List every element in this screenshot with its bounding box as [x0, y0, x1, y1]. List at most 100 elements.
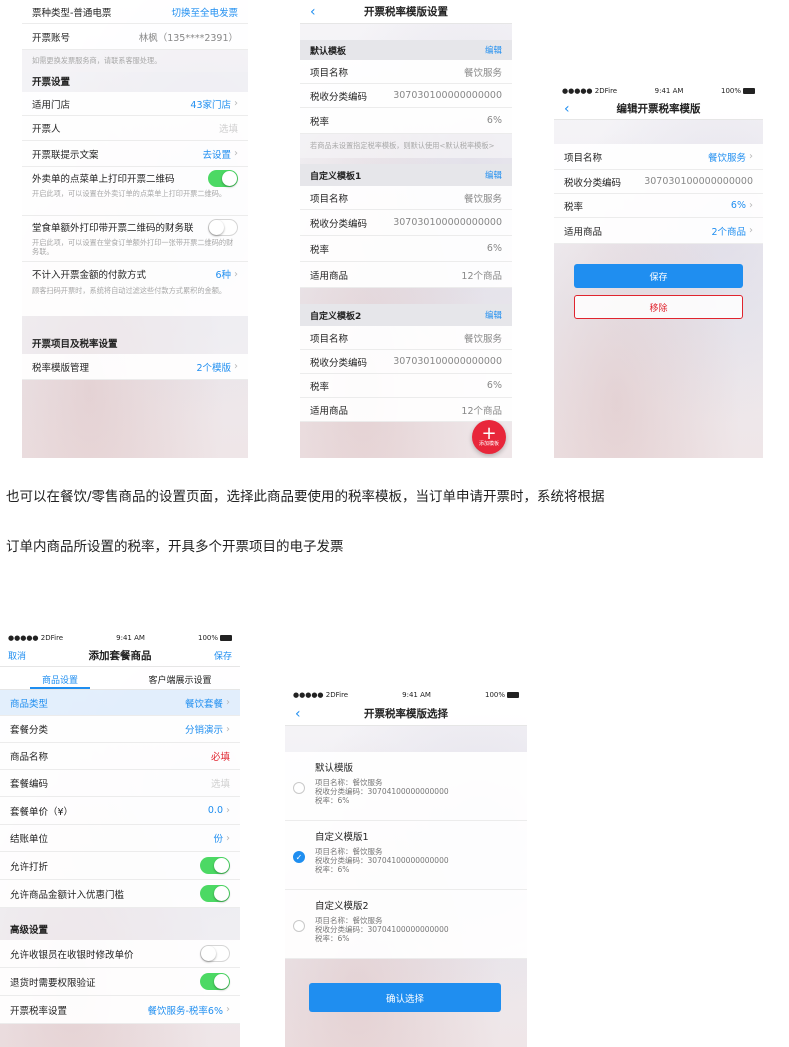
- cashier-modify-toggle[interactable]: [200, 945, 230, 962]
- invoice-settings-screen: 票种类型-普通电票 切换至全电发票 开票账号 林枫（135****2391） 如…: [22, 0, 248, 458]
- switch-invoice-link[interactable]: 切换至全电发票: [171, 5, 238, 19]
- add-template-button[interactable]: + 添加模板: [472, 420, 506, 454]
- default-row-rate: 税率 6%: [300, 108, 512, 134]
- save-button[interactable]: 保存: [574, 264, 743, 288]
- nav-bar: ‹ 编辑开票税率模版: [554, 98, 763, 120]
- description-line-2: 订单内商品所设置的税率，开具多个开票项目的电子发票: [6, 539, 344, 555]
- chevron-right-icon: ›: [234, 268, 238, 280]
- default-template-note: 若商品未设置指定税率模板，则默认使用<默认税率模板>: [300, 134, 512, 158]
- template-option-custom2[interactable]: 自定义模版2 项目名称：餐饮服务 税收分类编码：3070410000000000…: [285, 890, 527, 959]
- chevron-right-icon: ›: [234, 361, 238, 372]
- default-row-code: 税收分类编码 307030100000000000: [300, 84, 512, 108]
- combo-price-row[interactable]: 套餐单价（¥） 0.0 ›: [0, 797, 240, 825]
- custom2-row-rate: 税率 6%: [300, 374, 512, 398]
- chevron-right-icon: ›: [234, 98, 238, 109]
- tab-client-display[interactable]: 客户端展示设置: [120, 667, 240, 689]
- plus-icon: +: [481, 422, 497, 444]
- issuer-input[interactable]: 选填: [219, 121, 238, 135]
- battery-icon: [743, 88, 755, 94]
- allow-discount-row: 允许打折: [0, 852, 240, 880]
- edit-default-button[interactable]: 编辑: [485, 44, 502, 56]
- section-invoice-settings: 开票设置: [22, 72, 248, 92]
- account-note: 如需更换发票服务商，请联系客服处理。: [22, 50, 248, 72]
- remove-button[interactable]: 移除: [574, 295, 743, 319]
- nav-bar: ‹ 开票税率模版选择: [285, 702, 527, 726]
- chevron-right-icon: ›: [749, 200, 753, 211]
- radio-unchecked[interactable]: [293, 920, 305, 932]
- radio-unchecked[interactable]: [293, 782, 305, 794]
- battery-icon: [220, 634, 232, 641]
- refund-verify-row: 退货时需要权限验证: [0, 968, 240, 996]
- product-name-input[interactable]: 必填: [211, 749, 230, 763]
- payment-note: 顾客扫码开票时，系统将自动过滤这些付款方式累积的金额。: [22, 286, 248, 316]
- takeout-qr-toggle[interactable]: [208, 169, 238, 187]
- tax-rate-row[interactable]: 税率 6% ›: [554, 194, 763, 218]
- confirm-select-button[interactable]: 确认选择: [309, 983, 501, 1012]
- page-title: 开票税率模版设置: [364, 6, 448, 18]
- chevron-right-icon: ›: [226, 805, 230, 816]
- template-option-custom1[interactable]: ✓ 自定义模版1 项目名称：餐饮服务 税收分类编码：30704100000000…: [285, 821, 527, 890]
- check-icon[interactable]: ✓: [293, 851, 305, 863]
- takeout-qr-row: 外卖单的点菜单上打印开票二维码: [22, 167, 248, 189]
- allow-discount-toggle[interactable]: [200, 857, 230, 874]
- custom1-row-code: 税收分类编码 307030100000000000: [300, 210, 512, 236]
- back-arrow-icon[interactable]: ‹: [295, 706, 301, 722]
- back-arrow-icon[interactable]: ‹: [310, 4, 316, 20]
- save-button[interactable]: 保存: [214, 649, 232, 662]
- hint-text-row[interactable]: 开票联提示文案 去设置 ›: [22, 141, 248, 167]
- chevron-right-icon: ›: [226, 723, 230, 735]
- chevron-right-icon: ›: [226, 697, 230, 708]
- tax-template-select-screen: ●●●●● 2DFire 9:41 AM 100% ‹ 开票税率模版选择 默认模…: [285, 687, 527, 1047]
- template-option-default[interactable]: 默认模版 项目名称：餐饮服务 税收分类编码：30704100000000000 …: [285, 752, 527, 821]
- combo-category-row[interactable]: 套餐分类 分销演示 ›: [0, 716, 240, 743]
- checkout-unit-row[interactable]: 结账单位份 ›: [0, 825, 240, 852]
- product-type-row[interactable]: 商品类型 餐饮套餐 ›: [0, 690, 240, 716]
- discount-threshold-row: 允许商品金额计入优惠门槛: [0, 880, 240, 908]
- custom2-row-name: 项目名称 餐饮服务: [300, 326, 512, 350]
- discount-threshold-toggle[interactable]: [200, 885, 230, 902]
- dinein-qr-row: 堂食单额外打印带开票二维码的财务联: [22, 216, 248, 238]
- cancel-button[interactable]: 取消: [8, 649, 26, 662]
- status-bar: ●●●●● 2DFire 9:41 AM 100%: [0, 630, 240, 645]
- description-line-1: 也可以在餐饮/零售商品的设置页面，选择此商品要使用的税率模板，当订单申请开票时，…: [6, 489, 605, 505]
- add-combo-screen: ●●●●● 2DFire 9:41 AM 100% 取消 添加套餐商品 保存 商…: [0, 630, 240, 1047]
- combo-code-input[interactable]: 选填: [211, 776, 230, 790]
- back-arrow-icon[interactable]: ‹: [564, 101, 570, 117]
- store-row[interactable]: 适用门店 43家门店 ›: [22, 92, 248, 116]
- tax-code-row: 税收分类编码 307030100000000000: [554, 170, 763, 194]
- page-title: 添加套餐商品: [88, 650, 152, 662]
- applicable-goods-row[interactable]: 适用商品 2个商品 ›: [554, 218, 763, 244]
- excluded-payment-row[interactable]: 不计入开票金额的付款方式 6种 ›: [22, 262, 248, 286]
- tax-template-manage-row[interactable]: 税率模版管理 2个模版 ›: [22, 354, 248, 380]
- custom1-row-goods[interactable]: 适用商品 12个商品: [300, 262, 512, 288]
- item-name-row[interactable]: 项目名称 餐饮服务 ›: [554, 144, 763, 170]
- invoice-type-row[interactable]: 票种类型-普通电票 切换至全电发票: [22, 0, 248, 24]
- issuer-row[interactable]: 开票人 选填: [22, 116, 248, 141]
- default-row-name: 项目名称 餐饮服务: [300, 60, 512, 84]
- page-title: 开票税率模版选择: [364, 708, 448, 720]
- combo-code-row[interactable]: 套餐编码 选填: [0, 770, 240, 797]
- nav-bar: 取消 添加套餐商品 保存: [0, 645, 240, 667]
- refund-verify-toggle[interactable]: [200, 973, 230, 990]
- custom2-row-goods[interactable]: 适用商品 12个商品: [300, 398, 512, 422]
- dinein-qr-toggle[interactable]: [208, 218, 238, 236]
- tax-setting-row[interactable]: 开票税率设置 餐饮服务-税率6% ›: [0, 996, 240, 1024]
- chevron-right-icon: ›: [234, 148, 238, 159]
- chevron-right-icon: ›: [226, 832, 230, 844]
- edit-custom1-button[interactable]: 编辑: [485, 169, 502, 181]
- edit-custom2-button[interactable]: 编辑: [485, 309, 502, 321]
- custom1-header: 自定义模板1 编辑: [300, 164, 512, 186]
- section-advanced: 高级设置: [0, 908, 240, 940]
- chevron-right-icon: ›: [226, 1004, 230, 1015]
- takeout-note: 开启此项，可以设置在外卖订单的点菜单上打印开票二维码。: [22, 189, 248, 216]
- product-name-row[interactable]: 商品名称 必填: [0, 743, 240, 770]
- default-template-header: 默认模板 编辑: [300, 40, 512, 60]
- dinein-note: 开启此项，可以设置在堂食订单额外打印一张带开票二维码的财务联。: [22, 238, 248, 262]
- tab-product-settings[interactable]: 商品设置: [0, 667, 120, 689]
- custom1-row-name: 项目名称 餐饮服务: [300, 186, 512, 210]
- invoice-account-row: 开票账号 林枫（135****2391）: [22, 24, 248, 50]
- custom1-row-rate: 税率 6%: [300, 236, 512, 262]
- custom2-row-code: 税收分类编码 307030100000000000: [300, 350, 512, 374]
- tab-bar: 商品设置 客户端展示设置: [0, 667, 240, 690]
- nav-bar: ‹ 开票税率模版设置: [300, 0, 512, 24]
